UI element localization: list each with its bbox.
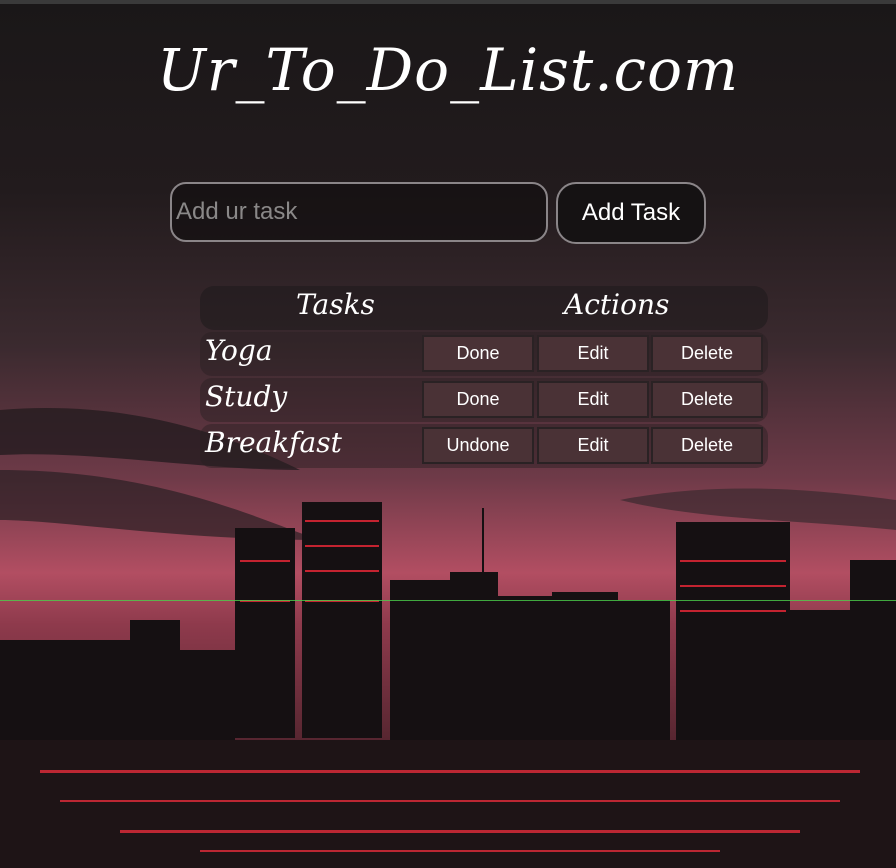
header-tasks: Tasks — [296, 288, 375, 321]
task-name: Study — [205, 380, 288, 413]
edit-button[interactable]: Edit — [537, 427, 649, 464]
table-row: Study Done Edit Delete — [200, 378, 768, 422]
task-name: Breakfast — [205, 426, 342, 459]
done-button[interactable]: Done — [422, 335, 534, 372]
app-title: Ur_To_Do_List.com — [156, 36, 740, 104]
delete-button[interactable]: Delete — [651, 381, 763, 418]
delete-button[interactable]: Delete — [651, 427, 763, 464]
table-row: Yoga Done Edit Delete — [200, 332, 768, 376]
add-task-button[interactable]: Add Task — [556, 182, 706, 244]
done-button[interactable]: Done — [422, 381, 534, 418]
edit-button[interactable]: Edit — [537, 381, 649, 418]
task-name: Yoga — [205, 334, 273, 367]
table-row: Breakfast Undone Edit Delete — [200, 424, 768, 468]
add-task-form: Add Task — [170, 182, 710, 248]
edit-button[interactable]: Edit — [537, 335, 649, 372]
task-input[interactable] — [170, 182, 548, 242]
header-actions: Actions — [564, 288, 670, 321]
delete-button[interactable]: Delete — [651, 335, 763, 372]
undone-button[interactable]: Undone — [422, 427, 534, 464]
table-header: Tasks Actions — [200, 286, 768, 330]
window-top-border — [0, 0, 896, 4]
render-artifact-line — [0, 600, 896, 601]
